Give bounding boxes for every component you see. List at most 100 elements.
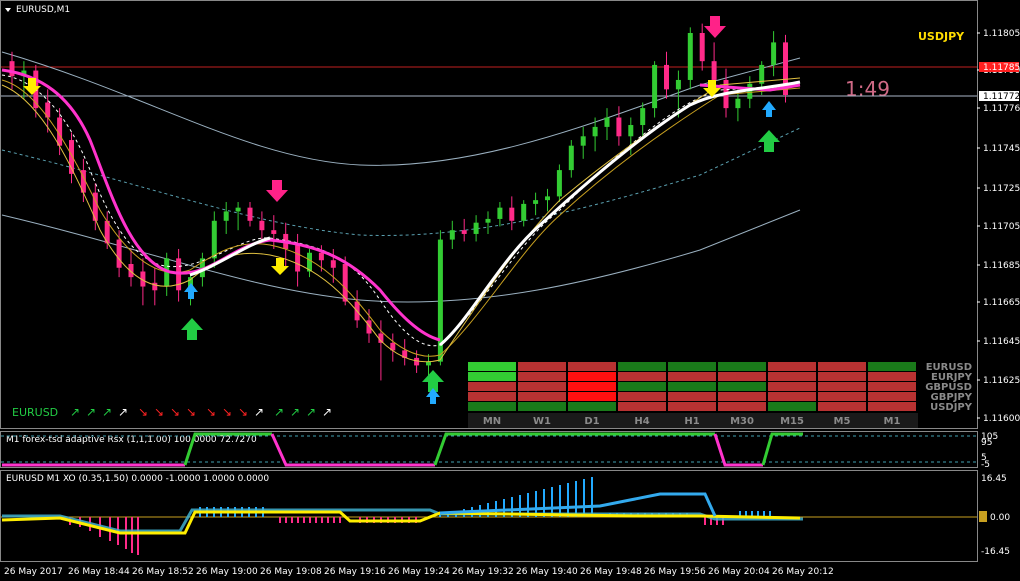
up-right-arrow-icon: ↗ [322,405,332,419]
grid-cell [818,392,866,401]
grid-cell [468,402,516,411]
trading-chart[interactable]: EURUSD,M1 USDJPY 1:49 EURUSD ↗ ↗ ↗ ↗ ↘ ↘ ↘ ↘ ↘ ↘ ↘… [0,0,1020,581]
up-right-arrow-icon: ↗ [306,405,316,419]
grid-cell [568,372,616,381]
time-tick-label: 26 May 19:08 [260,567,322,577]
candle-timer: 1:49 [845,77,890,101]
time-tick-label: 26 May 19:16 [324,567,386,577]
grid-cell [768,382,816,391]
time-tick-label: 26 May 2017 [4,567,63,577]
grid-cell [518,402,566,411]
grid-cell [818,402,866,411]
grid-cell [468,372,516,381]
grid-cell [768,372,816,381]
grid-cell [818,382,866,391]
price-tag-white: 1.11772 [979,91,1020,102]
grid-cell [718,382,766,391]
price-tick-label: 1.11625 [983,376,1020,386]
down-right-arrow-icon: ↘ [206,405,216,419]
grid-cell [618,382,666,391]
price-tick-label: 1.11665 [983,298,1020,308]
strength-pair-label: EURUSD [12,406,58,419]
time-tick-label: 26 May 19:00 [196,567,258,577]
chart-title: EURUSD,M1 [16,5,70,15]
up-right-arrow-icon: ↗ [102,405,112,419]
time-tick-label: 26 May 20:12 [772,567,834,577]
grid-column-label: M15 [780,416,804,427]
svg-text:16.45: 16.45 [981,474,1007,484]
grid-cell [668,392,716,401]
grid-column-label: M30 [730,416,754,427]
down-right-arrow-icon: ↘ [222,405,232,419]
grid-column-label: M5 [834,416,851,427]
down-right-arrow-icon: ↘ [138,405,148,419]
price-tick-label: 1.11776 [983,104,1020,114]
grid-column-label: H4 [634,416,649,427]
candle [783,34,788,103]
grid-column-label: W1 [533,416,551,427]
grid-cell [868,362,916,371]
grid-column-label: MN [483,416,501,427]
up-right-arrow-icon: ↗ [118,405,128,419]
up-right-arrow-icon: ↗ [290,405,300,419]
price-tick-label: 1.11685 [983,261,1020,271]
time-tick-label: 26 May 18:44 [68,567,130,577]
grid-cell [668,402,716,411]
svg-text:0.00: 0.00 [990,513,1010,523]
time-tick-label: 26 May 19:48 [580,567,642,577]
grid-cell [718,392,766,401]
grid-cell [518,392,566,401]
grid-cell [568,382,616,391]
grid-cell [618,392,666,401]
grid-cell [718,362,766,371]
price-tick-label: 1.11600 [983,414,1020,424]
down-right-arrow-icon: ↘ [170,405,180,419]
grid-column-label: D1 [584,416,599,427]
xo-zero-tag [979,511,987,522]
price-tag-red: 1.11785 [979,62,1020,73]
price-tick-label: 1.11745 [983,144,1020,154]
grid-cell [718,372,766,381]
down-right-arrow-icon: ↘ [186,405,196,419]
grid-cell [518,372,566,381]
down-right-arrow-icon: ↘ [238,405,248,419]
grid-cell [568,402,616,411]
svg-text:1.11772: 1.11772 [983,92,1020,102]
grid-cell [868,372,916,381]
svg-text:1.11785: 1.11785 [983,63,1020,73]
grid-cell [868,382,916,391]
grid-cell [468,382,516,391]
time-tick-label: 26 May 20:04 [708,567,770,577]
svg-text:95: 95 [981,438,992,448]
time-axis: 26 May 2017 26 May 18:44 26 May 18:52 26 Ma… [4,567,834,577]
grid-cell [868,402,916,411]
up-right-arrow-icon: ↗ [274,405,284,419]
pair-label: USDJPY [918,30,965,43]
grid-cell [768,392,816,401]
time-tick-label: 26 May 19:24 [388,567,450,577]
grid-cell [768,402,816,411]
grid-cell [618,372,666,381]
grid-cell [618,402,666,411]
price-tick-label: 1.11805 [983,29,1020,39]
time-tick-label: 26 May 19:32 [452,567,514,577]
grid-cell [768,362,816,371]
up-right-arrow-icon: ↗ [86,405,96,419]
grid-cell [468,392,516,401]
grid-cell [518,382,566,391]
up-right-arrow-icon: ↗ [70,405,80,419]
grid-cell [718,402,766,411]
time-tick-label: 26 May 19:40 [516,567,578,577]
grid-cell [668,382,716,391]
grid-cell [618,362,666,371]
down-right-arrow-icon: ↘ [154,405,164,419]
price-tick-label: 1.11645 [983,337,1020,347]
price-tick-label: 1.11705 [983,222,1020,232]
grid-row-label: USDJPY [930,402,973,413]
xo-title: EURUSD M1 XO (0.35,1.50) 0.0000 -1.0000 … [6,474,269,484]
grid-cell [868,392,916,401]
grid-cell [668,372,716,381]
time-tick-label: 26 May 19:56 [644,567,706,577]
svg-text:-16.45: -16.45 [981,547,1010,557]
grid-cell [518,362,566,371]
